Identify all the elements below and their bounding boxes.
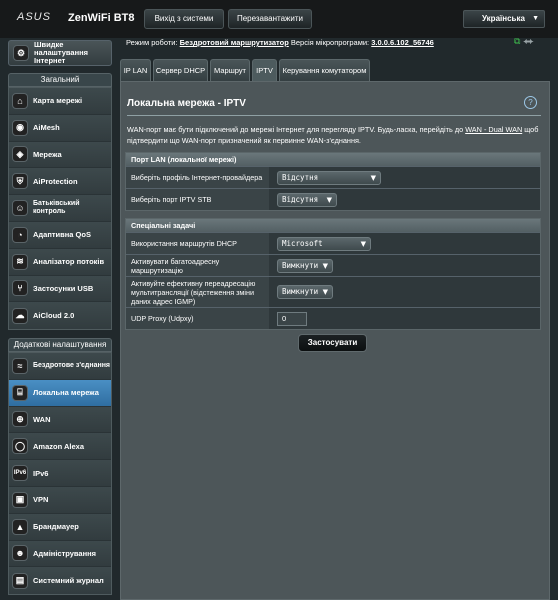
igmp-snooping-select[interactable]: Вимкнути ▼ xyxy=(277,285,333,299)
general-menu: ⌂ Карта мережі ◉ AiMesh ◈ Мережа ⛨ AiProtect… xyxy=(8,87,112,331)
firmware-link[interactable]: 3.0.0.6.102_56746 xyxy=(371,38,434,47)
aiprotection-icon: ⛨ xyxy=(12,173,28,190)
alexa-icon: ◯ xyxy=(12,438,28,455)
logout-button[interactable]: Вихід з системи xyxy=(144,9,224,29)
asus-logo: ASUS xyxy=(17,11,51,23)
general-header: Загальний xyxy=(8,73,112,87)
internet-status-icon[interactable]: ⧉ xyxy=(514,36,520,46)
sidebar-item-network-map[interactable]: ⌂ Карта мережі xyxy=(9,88,111,115)
network-icon: ◈ xyxy=(12,146,28,163)
language-select[interactable]: Українська ▼ xyxy=(463,10,545,28)
reboot-button[interactable]: Перезавантажити xyxy=(228,9,312,29)
quick-setup-label: Швидке налаштування Інтернет xyxy=(34,40,89,65)
quick-setup-icon: ⚙ xyxy=(13,45,29,61)
udp-proxy-input[interactable]: 0 xyxy=(277,311,307,326)
tab-switch-control[interactable]: Керування комутатором xyxy=(279,59,370,81)
udp-proxy-row: UDP Proxy (Udpxy) 0 xyxy=(126,307,540,329)
wan-icon: ⊕ xyxy=(12,411,28,428)
multicast-routing-select[interactable]: Вимкнути ▼ xyxy=(277,258,333,273)
sidebar-item-aicloud[interactable]: ☁ AiCloud 2.0 xyxy=(9,302,111,330)
sidebar-item-wan[interactable]: ⊕ WAN xyxy=(9,406,111,434)
iptv-stb-port-select[interactable]: Відсутня ▼ xyxy=(277,192,337,207)
sidebar-item-alexa[interactable]: ◯ Amazon Alexa xyxy=(9,433,111,461)
sidebar-item-parental-control[interactable]: ☺ Батьківський контроль xyxy=(9,195,111,222)
sidebar-item-traffic-analyzer[interactable]: ≋ Аналізатор потоків xyxy=(9,248,111,276)
chevron-down-icon: ▼ xyxy=(360,239,366,248)
qos-icon: ◔ xyxy=(12,226,28,243)
parental-control-icon: ☺ xyxy=(12,200,28,217)
title-divider xyxy=(127,115,541,116)
network-map-icon: ⌂ xyxy=(12,92,28,109)
tab-iptv[interactable]: IPTV xyxy=(252,59,277,81)
vpn-icon: ▣ xyxy=(12,491,28,508)
sidebar-item-network[interactable]: ◈ Мережа xyxy=(9,141,111,169)
dual-wan-link[interactable]: WAN - Dual WAN xyxy=(465,125,522,134)
igmp-snooping-label: Активуйте ефективну переадресацію мульти… xyxy=(126,277,269,307)
udp-proxy-label: UDP Proxy (Udpxy) xyxy=(126,308,269,329)
lan-icon: ⌸ xyxy=(12,384,28,401)
chevron-down-icon: ▼ xyxy=(326,195,332,204)
special-tasks-section: Спеціальні задачі Використання маршрутів… xyxy=(125,218,541,330)
ipv6-icon: IPv6 xyxy=(12,465,28,482)
usb-status-icon[interactable]: ⬌ xyxy=(523,36,534,46)
tab-dhcp-server[interactable]: Сервер DHCP xyxy=(153,59,208,81)
page-description: WAN-порт має бути підключений до мережі … xyxy=(127,125,539,145)
lan-port-section-title: Порт LAN (локальної мережі) xyxy=(126,153,540,166)
advanced-header: Додаткові налаштування xyxy=(8,338,112,352)
model-name: ZenWiFi BT8 xyxy=(68,12,135,24)
aicloud-icon: ☁ xyxy=(12,307,28,324)
dhcp-routes-label: Використання маршрутів DHCP xyxy=(126,233,269,254)
advanced-menu: ≈ Бездротове з'єднання ⌸ Локальна мережа ⊕… xyxy=(8,352,112,596)
firewall-icon: ▲ xyxy=(12,518,28,535)
aimesh-icon: ◉ xyxy=(12,119,28,136)
sidebar-item-firewall[interactable]: ▲ Брандмауер xyxy=(9,513,111,541)
usb-icon: ⑂ xyxy=(12,280,28,297)
isp-profile-label: Виберіть профіль Інтернет-провайдера xyxy=(126,167,269,188)
mode-label: Режим роботи: xyxy=(126,38,178,47)
traffic-analyzer-icon: ≋ xyxy=(12,253,28,270)
tab-ip-lan[interactable]: IP LAN xyxy=(120,59,151,81)
chevron-down-icon: ▼ xyxy=(322,261,328,270)
system-log-icon: ▤ xyxy=(12,572,28,589)
help-icon[interactable]: ? xyxy=(524,96,537,109)
dhcp-routes-select[interactable]: Microsoft ▼ xyxy=(277,236,371,251)
page-title: Локальна мережа - IPTV xyxy=(127,98,246,109)
multicast-routing-row: Активувати багатоадресну маршрутизацію В… xyxy=(126,254,540,276)
sidebar-item-qos[interactable]: ◔ Адаптивна QoS xyxy=(9,221,111,249)
igmp-snooping-row: Активуйте ефективну переадресацію мульти… xyxy=(126,276,540,307)
status-line: Режим роботи: Бездротовий маршрутизатор … xyxy=(126,38,434,47)
sidebar-item-aiprotection[interactable]: ⛨ AiProtection xyxy=(9,168,111,196)
sidebar-item-aimesh[interactable]: ◉ AiMesh xyxy=(9,114,111,142)
status-icons: ⧉ ⬌ xyxy=(514,36,534,47)
sidebar-item-system-log[interactable]: ▤ Системний журнал xyxy=(9,567,111,595)
lan-port-section: Порт LAN (локальної мережі) Виберіть про… xyxy=(125,152,541,211)
sidebar-item-vpn[interactable]: ▣ VPN xyxy=(9,486,111,514)
tab-route[interactable]: Маршрут xyxy=(210,59,250,81)
firmware-label: Версія мікропрограми: xyxy=(290,38,370,47)
dhcp-routes-row: Використання маршрутів DHCP Microsoft ▼ xyxy=(126,232,540,254)
special-tasks-section-title: Спеціальні задачі xyxy=(126,219,540,232)
sidebar-item-usb[interactable]: ⑂ Застосунки USB xyxy=(9,275,111,303)
apply-button[interactable]: Застосувати xyxy=(298,334,367,352)
sidebar-item-ipv6[interactable]: IPv6 IPv6 xyxy=(9,460,111,487)
chevron-down-icon: ▼ xyxy=(532,15,539,22)
wireless-icon: ≈ xyxy=(12,357,28,374)
top-bar: ASUS ZenWiFi BT8 Вихід з системи Перезав… xyxy=(0,0,558,38)
sidebar-item-administration[interactable]: ☻ Адміністрування xyxy=(9,540,111,568)
isp-profile-select[interactable]: Відсутня ▼ xyxy=(277,170,381,185)
administration-icon: ☻ xyxy=(12,545,28,562)
chevron-down-icon: ▼ xyxy=(370,173,376,182)
sidebar-item-lan[interactable]: ⌸ Локальна мережа xyxy=(9,379,111,407)
chevron-down-icon: ▼ xyxy=(322,288,328,296)
sidebar-item-wireless[interactable]: ≈ Бездротове з'єднання xyxy=(9,353,111,380)
iptv-stb-port-label: Виберіть порт IPTV STB xyxy=(126,189,269,210)
quick-setup-button[interactable]: ⚙ Швидке налаштування Інтернет xyxy=(8,40,112,66)
isp-profile-row: Виберіть профіль Інтернет-провайдера Від… xyxy=(126,166,540,188)
iptv-stb-port-row: Виберіть порт IPTV STB Відсутня ▼ xyxy=(126,188,540,210)
language-value: Українська xyxy=(482,14,525,23)
mode-link[interactable]: Бездротовий маршрутизатор xyxy=(180,38,289,47)
multicast-routing-label: Активувати багатоадресну маршрутизацію xyxy=(126,255,269,276)
